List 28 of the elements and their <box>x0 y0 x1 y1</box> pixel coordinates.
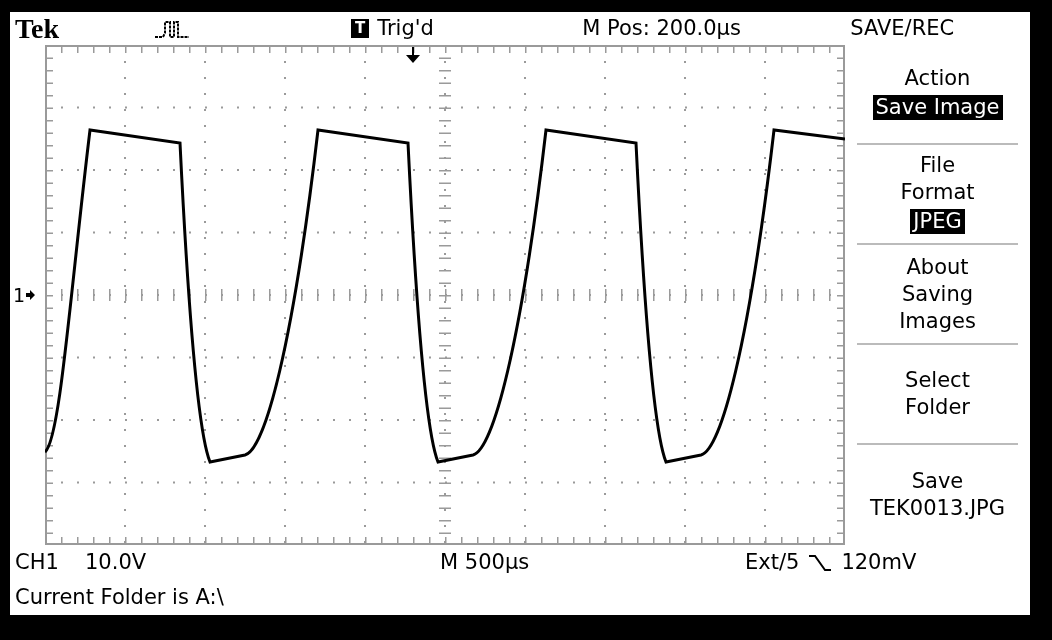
timebase-readout: M 500µs <box>440 552 531 573</box>
menu-label: Format <box>900 181 975 203</box>
menu-label: TEK0013.JPG <box>869 498 1006 519</box>
menu-label: About <box>906 256 969 278</box>
menu-label: File <box>919 154 956 176</box>
trigger-source: Ext/5 <box>745 552 800 573</box>
falling-edge-icon <box>809 553 832 572</box>
menu-value[interactable]: JPEG <box>910 208 965 234</box>
menu-label: Action <box>904 68 971 89</box>
menu-label: Select <box>905 370 970 391</box>
menu-label: Saving <box>901 283 974 305</box>
trigger-badge: T <box>351 19 370 38</box>
menu-label: Folder <box>905 397 970 418</box>
arrow-icon <box>26 290 36 300</box>
trigger-level: 120mV <box>841 552 917 573</box>
menu-label: Images <box>899 310 976 332</box>
position-readout: M Pos: 200.0µs <box>582 18 742 39</box>
menu-value[interactable]: Save Image <box>872 95 1003 120</box>
channel-scale: 10.0V <box>85 552 148 573</box>
menu-title: SAVE/REC <box>850 18 955 39</box>
trigger-status: Trig'd <box>377 18 435 39</box>
menu-label: Save <box>911 471 964 492</box>
trigger-arrow-icon <box>406 47 420 63</box>
pulse-icon <box>155 18 189 39</box>
channel-marker: 1 <box>13 285 26 305</box>
brand-label: Tek <box>15 14 61 43</box>
status-message: Current Folder is A:\ <box>15 587 224 608</box>
channel-label: CH1 <box>15 552 60 573</box>
